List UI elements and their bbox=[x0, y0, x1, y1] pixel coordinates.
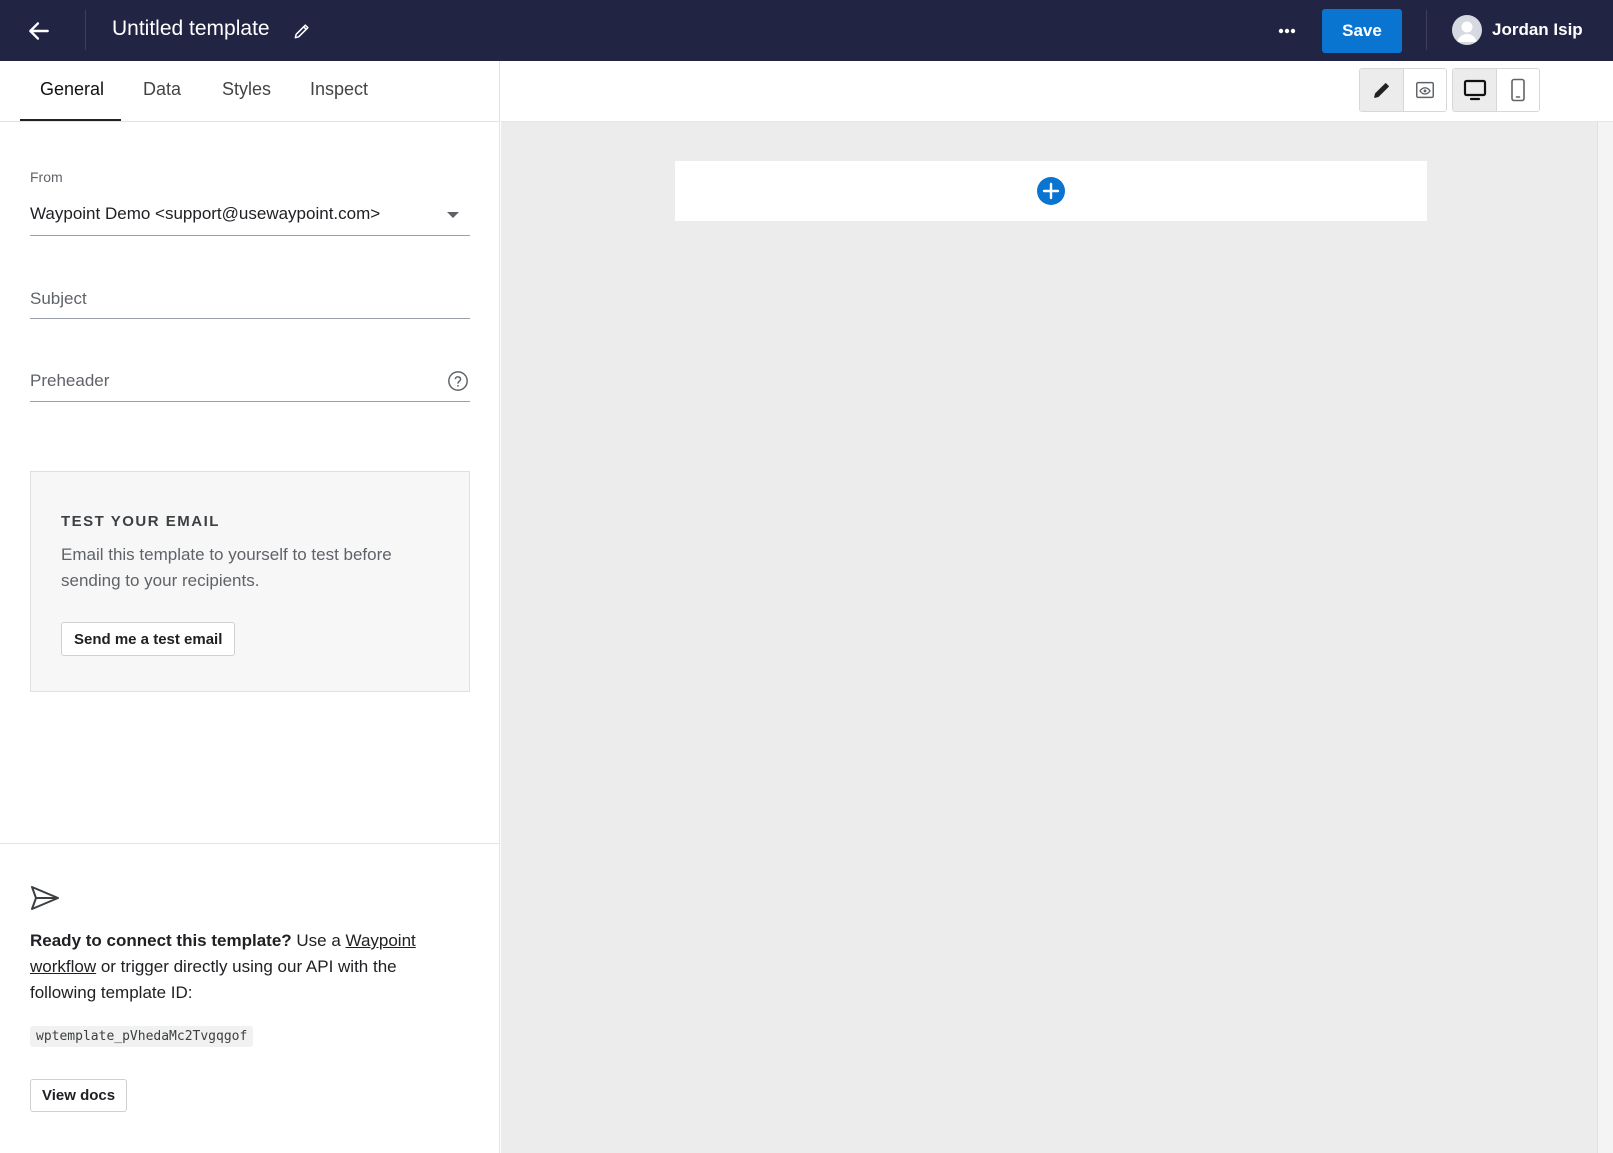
add-block-button[interactable] bbox=[1037, 177, 1065, 205]
email-canvas bbox=[501, 122, 1597, 1153]
preheader-underline bbox=[30, 401, 470, 402]
help-circle-icon[interactable] bbox=[447, 370, 469, 392]
test-email-card: TEST YOUR EMAIL Email this template to y… bbox=[30, 471, 470, 692]
header-divider bbox=[85, 10, 86, 50]
app-header: Untitled template Save Jordan Isip bbox=[0, 0, 1613, 61]
desktop-view-button[interactable] bbox=[1453, 69, 1496, 111]
user-name: Jordan Isip bbox=[1492, 20, 1583, 39]
connect-description: Ready to connect this template? Use a Wa… bbox=[30, 928, 450, 1006]
template-id-code[interactable]: wptemplate_pVhedaMc2Tvgqgof bbox=[30, 1026, 254, 1047]
mobile-view-button[interactable] bbox=[1496, 69, 1539, 111]
device-toggle-group bbox=[1452, 68, 1540, 112]
subject-input[interactable] bbox=[30, 284, 470, 314]
test-email-heading: TEST YOUR EMAIL bbox=[61, 513, 220, 530]
pencil-icon[interactable] bbox=[292, 21, 312, 41]
from-label: From bbox=[30, 169, 63, 185]
preheader-input[interactable] bbox=[30, 366, 470, 396]
mode-toggle-group bbox=[1359, 68, 1447, 112]
connect-lead: Ready to connect this template? bbox=[30, 931, 292, 950]
preview-mode-button[interactable] bbox=[1403, 69, 1446, 111]
test-email-description: Email this template to yourself to test … bbox=[61, 545, 392, 590]
connect-template-section: Ready to connect this template? Use a Wa… bbox=[0, 843, 500, 1153]
pencil-icon bbox=[1373, 83, 1389, 98]
email-block[interactable] bbox=[675, 161, 1427, 221]
canvas-toolbar bbox=[501, 61, 1613, 122]
chevron-down-icon[interactable] bbox=[447, 212, 459, 218]
monitor-icon bbox=[1463, 79, 1486, 101]
waypoint-link[interactable]: Waypoint bbox=[346, 931, 416, 950]
send-icon bbox=[31, 886, 59, 910]
template-title[interactable]: Untitled template bbox=[112, 17, 270, 41]
user-avatar-icon bbox=[1452, 15, 1482, 45]
settings-tabs: General Data Styles Inspect bbox=[0, 61, 500, 122]
edit-mode-button[interactable] bbox=[1360, 69, 1403, 111]
tab-inspect[interactable]: Inspect bbox=[310, 79, 368, 100]
view-docs-button[interactable]: View docs bbox=[30, 1079, 128, 1112]
eye-window-icon bbox=[1416, 81, 1434, 99]
canvas-scrollbar[interactable] bbox=[1597, 122, 1613, 1153]
save-button[interactable]: Save bbox=[1322, 9, 1402, 53]
back-arrow-icon[interactable] bbox=[26, 18, 52, 44]
connect-text-1: Use a bbox=[291, 931, 346, 950]
settings-panel: General Data Styles Inspect From Waypoin… bbox=[0, 61, 500, 1153]
from-underline bbox=[30, 235, 470, 236]
tab-general[interactable]: General bbox=[40, 79, 104, 100]
tab-data[interactable]: Data bbox=[143, 79, 181, 100]
workflow-link[interactable]: workflow bbox=[30, 957, 96, 976]
more-horizontal-icon[interactable] bbox=[1272, 20, 1302, 42]
subject-underline bbox=[30, 318, 470, 319]
send-test-email-button[interactable]: Send me a test email bbox=[61, 622, 236, 656]
user-menu[interactable]: Jordan Isip bbox=[1452, 15, 1583, 45]
from-select[interactable]: Waypoint Demo <support@usewaypoint.com> bbox=[30, 204, 380, 224]
tab-styles[interactable]: Styles bbox=[222, 79, 271, 100]
plus-circle-icon bbox=[1042, 182, 1060, 200]
header-divider bbox=[1426, 10, 1427, 50]
phone-icon bbox=[1511, 78, 1525, 102]
active-tab-indicator bbox=[20, 119, 121, 121]
